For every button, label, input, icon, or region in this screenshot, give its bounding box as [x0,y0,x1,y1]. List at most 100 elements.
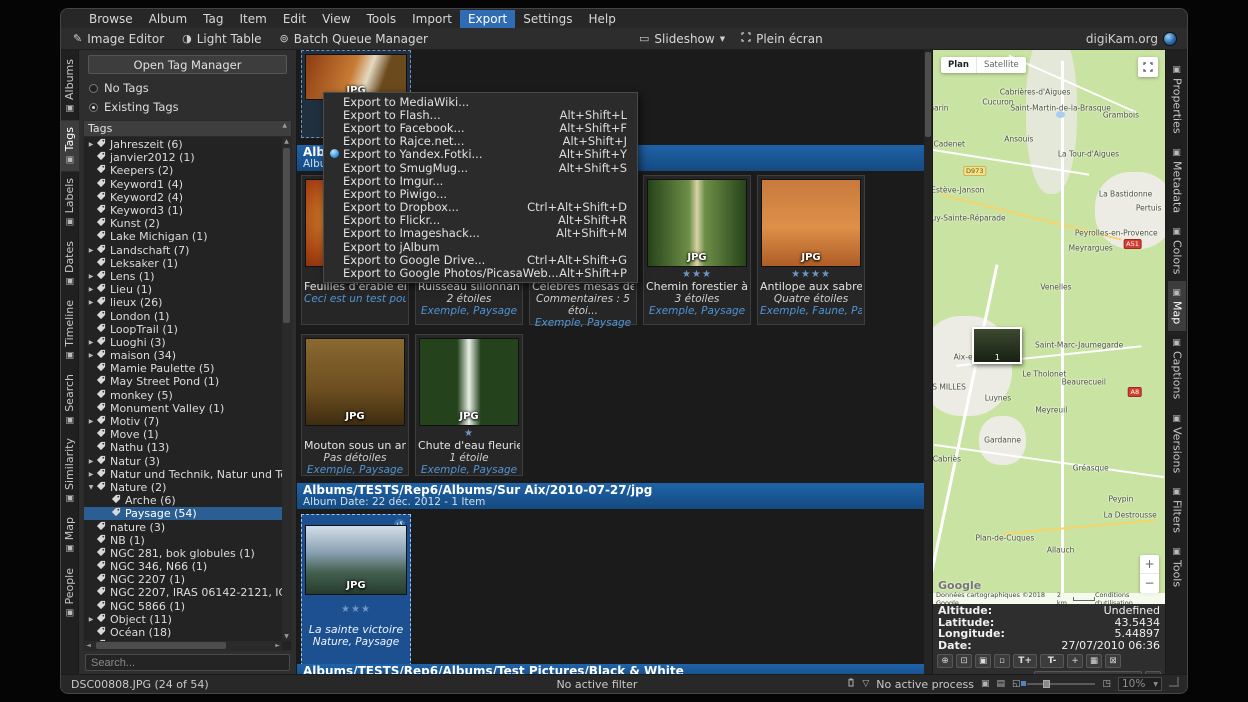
tag-tree-item[interactable]: ▶ Lieu (1) [84,283,282,296]
scroll-up-icon[interactable]: ▲ [282,137,291,146]
photo-marker[interactable]: 1 [972,327,1023,364]
menubar-item[interactable]: Edit [275,10,314,28]
tree-horizontal-scrollbar[interactable]: ◄ ► [84,641,282,650]
right-sidebar-tab[interactable]: ▣ Captions [1168,331,1186,406]
menubar-item[interactable]: Tools [359,10,405,28]
tag-tree-item[interactable]: ▶ maison (34) [84,349,282,362]
zoom-fit-button[interactable]: ⊡ [956,654,972,668]
right-sidebar-tab[interactable]: ▣ Colors [1168,220,1186,281]
image-editor-button[interactable]: ✎ Image Editor [73,32,164,46]
scrollbar-thumb[interactable] [925,52,931,137]
tag-search-input[interactable] [85,654,290,671]
light-table-button[interactable]: ◑ Light Table [182,32,261,46]
tag-tree-item[interactable]: Keyword2 (4) [84,191,282,204]
right-sidebar-tab[interactable]: ▣ Tools [1168,540,1186,594]
fit-window-icon[interactable]: ▣ [981,679,990,689]
right-sidebar-tab[interactable]: ▣ Map [1167,281,1186,332]
left-sidebar-tab[interactable]: ▣ Map [61,510,79,560]
scrollbar-thumb[interactable] [96,642,226,649]
tag-tree-item[interactable]: Paysage (54) [84,507,282,521]
tag-tree-item[interactable]: janvier2012 (1) [84,151,282,164]
menubar-item[interactable]: Import [404,10,460,28]
tag-tree-item[interactable]: NGC 281, bok globules (1) [84,547,282,560]
tag-tree-item[interactable]: Leksaker (1) [84,257,282,270]
tag-tree-item[interactable]: Nathu (13) [84,441,282,454]
thumbnail-selected[interactable]: ↺ JPG ★★★ La sainte victoire Nature, Pay… [301,514,411,666]
export-menu-item[interactable]: Export to Google Photos/PicasaWeb... Alt… [324,266,637,280]
scroll-left-icon[interactable]: ◄ [84,642,93,649]
expand-arrow-icon[interactable]: ▶ [86,616,96,623]
thumbnail-cell[interactable]: JPG ★★★ Chemin forestier à R... 3 étoile… [643,175,751,325]
export-menu-item[interactable]: Export to Imageshack... Alt+Shift+M [324,226,637,240]
iconview-scrollbar[interactable] [924,50,932,674]
open-tag-manager-button[interactable]: Open Tag Manager [88,55,287,74]
tag-tree-item[interactable]: Keyword3 (1) [84,204,282,217]
right-sidebar-tab[interactable]: ▣ Versions [1168,407,1186,480]
batch-queue-button[interactable]: ⊚ Batch Queue Manager [280,32,428,46]
export-menu-item[interactable]: Export to SmugMug... Alt+Shift+S [324,161,637,175]
scroll-down-icon[interactable]: ▼ [282,632,291,641]
lock-button[interactable]: ⊠ [1105,654,1122,668]
expand-arrow-icon[interactable]: ▶ [86,299,96,306]
expand-arrow-icon[interactable]: ▶ [86,352,96,359]
tag-tree-item[interactable]: NB (1) [84,534,282,547]
decrease-thumb-button[interactable]: T- [1040,654,1065,668]
expand-arrow-icon[interactable]: ▶ [86,339,96,346]
scrollbar-thumb[interactable] [283,148,290,323]
expand-arrow-icon[interactable]: ▶ [86,471,96,478]
tag-tree-item[interactable]: Océan (18) [84,626,282,639]
scroll-up-icon[interactable]: ▲ [282,122,287,135]
tag-tree-item[interactable]: ▶ Natur (3) [84,455,282,468]
tag-tree-item[interactable]: ▶ Landschaft (7) [84,244,282,257]
export-menu-item[interactable]: Export to Flash... Alt+Shift+L [324,108,637,122]
slider-handle[interactable] [1043,680,1051,688]
tag-tree-item[interactable]: ▶ Natur und Technik, Natur und Technik [84,468,282,481]
map-satellite-button[interactable]: Satellite [977,57,1026,73]
fit-select-icon[interactable]: ◱ [1012,679,1021,689]
export-menu-item[interactable]: Export to Flickr... Alt+Shift+R [324,213,637,227]
tag-tree-item[interactable]: London (1) [84,309,282,323]
tree-vertical-scrollbar[interactable]: ▲ ▼ [282,137,291,641]
slideshow-button[interactable]: ▭ Slideshow ▼ [639,32,725,46]
left-sidebar-tab[interactable]: ▣ People [61,561,79,625]
tag-tree-item[interactable]: Kunst (2) [84,217,282,230]
right-sidebar-tab[interactable]: ▣ Properties [1168,58,1186,141]
increase-thumb-button[interactable]: T+ [1013,654,1038,668]
map-fullscreen-button[interactable] [1138,57,1158,77]
zoom-level-select[interactable]: 10% ▼ [1118,677,1162,691]
map-plan-button[interactable]: Plan [941,57,977,73]
export-menu-item[interactable]: Export to Rajce.net... Alt+Shift+J [324,134,637,148]
tag-tree-item[interactable]: May Street Pond (1) [84,375,282,388]
expand-arrow-icon[interactable]: ▶ [86,273,96,280]
tag-tree-item[interactable]: Move (1) [84,428,282,441]
tag-tree-item[interactable]: NGC 2207 (1) [84,573,282,586]
left-sidebar-tab[interactable]: ▣ Tags [61,119,79,172]
left-sidebar-tab[interactable]: ▣ Labels [61,171,79,233]
export-menu-item[interactable]: Export to jAlbum [324,240,637,254]
export-menu-item[interactable]: Export to Yandex.Fotki... Alt+Shift+Y [324,147,637,161]
menubar-item[interactable]: View [314,10,358,28]
expand-arrow-icon[interactable]: ▶ [86,286,96,293]
menubar-item[interactable]: Browse [81,10,141,28]
tag-tree-item[interactable]: ▶ Lens (1) [84,270,282,283]
tag-tree-item[interactable]: NGC 2207, IRAS 06142-2121, IC 2163 [84,586,282,599]
right-sidebar-tab[interactable]: ▣ Filters [1168,480,1186,540]
export-menu-item[interactable]: Export to Imgur... [324,174,637,188]
terms-link[interactable]: Conditions d'utilisation [1095,591,1162,605]
expand-arrow-icon[interactable]: ▶ [86,418,96,425]
tag-tree-item[interactable]: NGC 5866 (1) [84,600,282,613]
tag-tree-item[interactable]: ▶ Jahreszeit (6) [84,138,282,151]
tag-tree-item[interactable]: NGC 346, N66 (1) [84,560,282,573]
export-menu-item[interactable]: Export to Google Drive... Ctrl+Alt+Shift… [324,253,637,267]
export-menu-item[interactable]: Export to MediaWiki... [324,95,637,109]
tag-tree-item[interactable]: Monument Valley (1) [84,402,282,415]
expand-arrow-icon[interactable]: ▶ [86,247,96,254]
tag-tree-item[interactable]: ▶ Object (11) [84,613,282,626]
tag-tree-item[interactable]: Keyword1 (4) [84,178,282,191]
show-thumbnails-button[interactable]: ▣ [975,654,992,668]
trash-icon[interactable] [847,678,855,690]
menubar-item[interactable]: Item [232,10,275,28]
expand-icon[interactable]: ◳ [1102,679,1111,689]
left-sidebar-tab[interactable]: ▣ Albums [61,52,79,120]
thumbnail-cell[interactable]: JPG ★★★★ Antilope aux sabres i... Quatre… [757,175,865,325]
